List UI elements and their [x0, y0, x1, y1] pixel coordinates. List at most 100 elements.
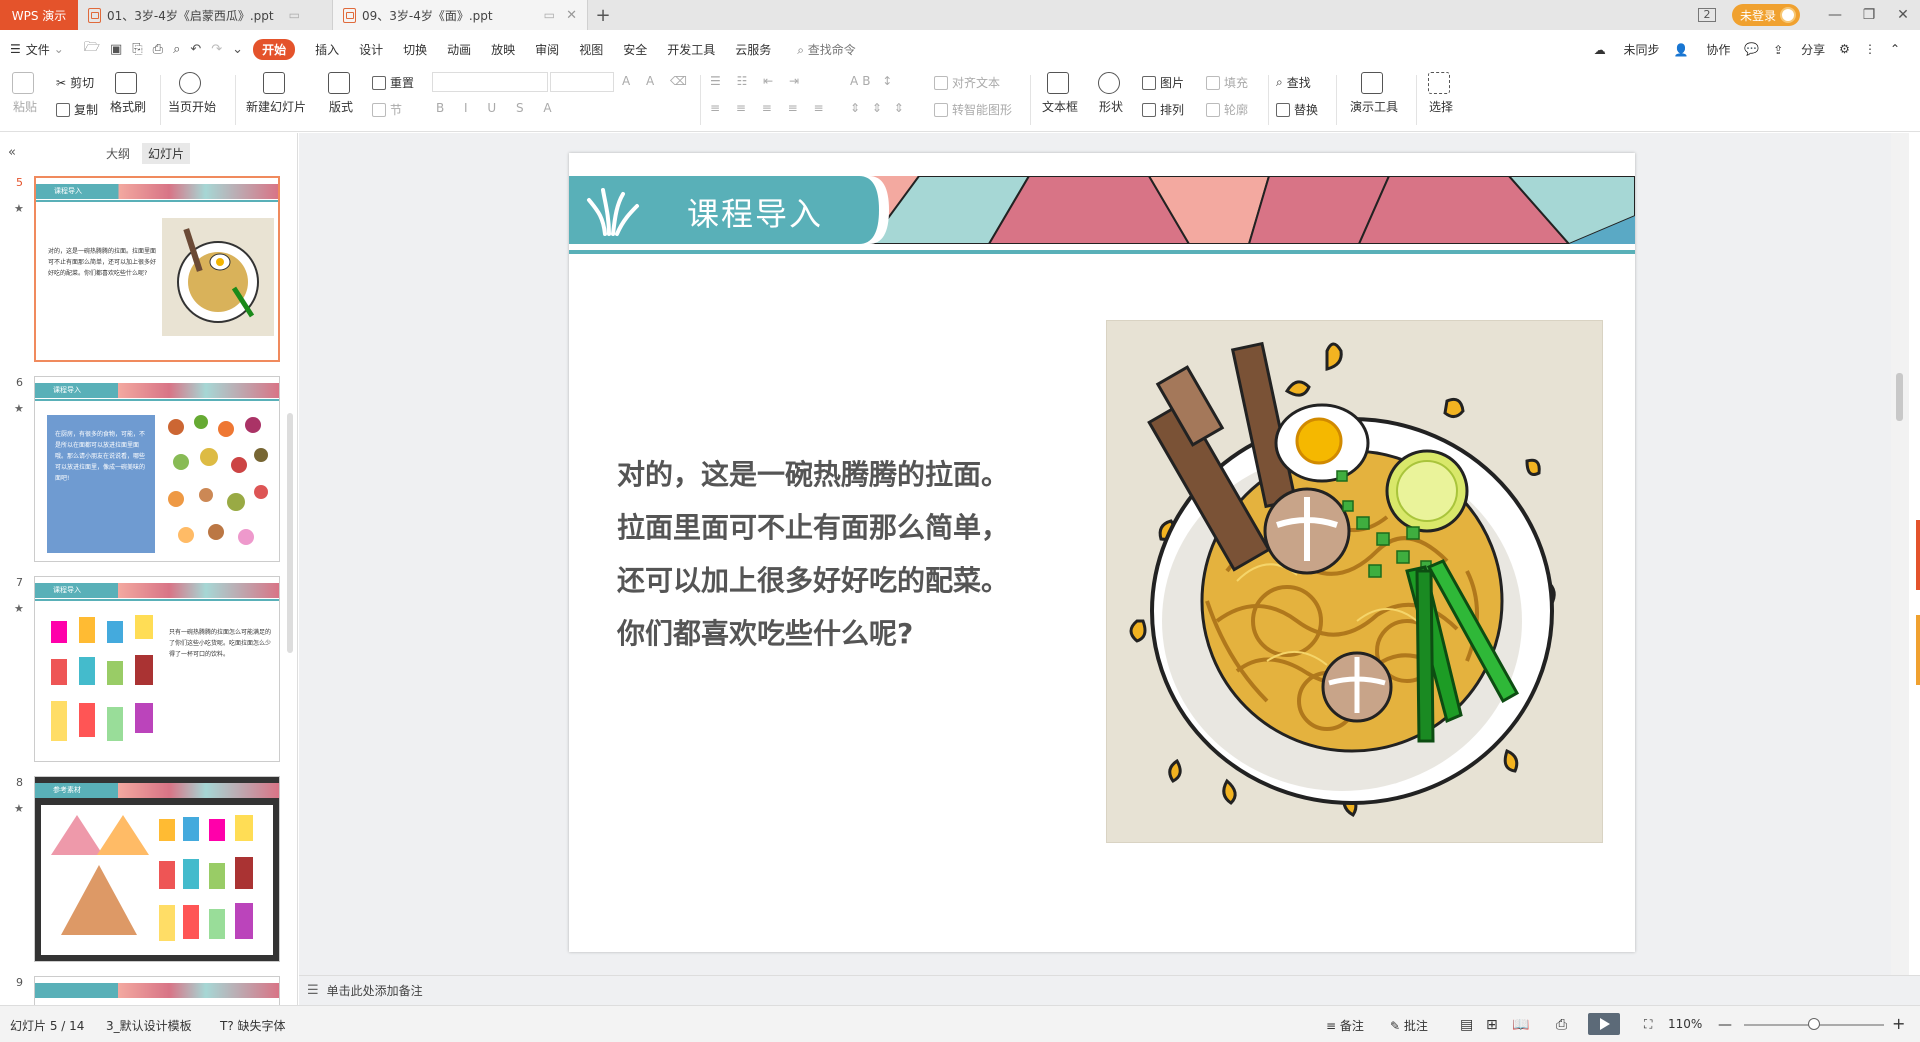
window-count-badge[interactable]: 2: [1697, 8, 1716, 22]
file-menu[interactable]: ☰ 文件 ⌄: [10, 41, 64, 58]
font-style-buttons[interactable]: B I U S A: [436, 101, 560, 115]
tab-cloud[interactable]: 云服务: [735, 41, 771, 58]
tab-insert[interactable]: 插入: [315, 41, 339, 58]
collab-button[interactable]: 👤 协作: [1674, 41, 1731, 58]
outline-button[interactable]: 轮廓: [1206, 101, 1248, 118]
missing-font-button[interactable]: T? 缺失字体: [220, 1017, 286, 1034]
share-button[interactable]: ⇪ 分享: [1773, 41, 1825, 58]
new-tab-button[interactable]: +: [588, 0, 618, 30]
shape-button[interactable]: 形状: [1098, 72, 1124, 115]
normal-view-icon[interactable]: ▤: [1460, 1017, 1473, 1033]
notes-bar[interactable]: ☰ 单击此处添加备注: [299, 975, 1920, 1005]
camera-icon[interactable]: ⎙: [1556, 1017, 1567, 1033]
new-slide-button[interactable]: 新建幻灯片: [246, 72, 306, 115]
slide-thumb[interactable]: 参考素材: [34, 776, 280, 962]
picture-button[interactable]: 图片: [1142, 74, 1184, 91]
collapse-ribbon-icon[interactable]: ⌃: [1890, 42, 1900, 56]
tab-doc-2[interactable]: 09、3岁-4岁《面》.ppt ▭ ✕: [333, 0, 588, 30]
current-slide[interactable]: 课程导入 对的，这是一碗热腾腾的拉面。 拉面里面可不止有面那么简单， 还可以加上…: [569, 153, 1635, 952]
zoom-level[interactable]: 110%: [1668, 1017, 1702, 1031]
redo-icon[interactable]: ↷: [211, 42, 222, 57]
collapse-pane-icon[interactable]: «: [8, 145, 16, 160]
preview-icon[interactable]: ⌕: [173, 42, 180, 57]
font-size-combo[interactable]: [550, 72, 614, 92]
cut-button[interactable]: ✂ 剪切: [56, 74, 94, 91]
tab-outline[interactable]: 大纲: [100, 143, 136, 164]
template-name[interactable]: 3_默认设计模板: [106, 1017, 192, 1034]
slide-body-text[interactable]: 对的，这是一碗热腾腾的拉面。 拉面里面可不止有面那么简单， 还可以加上很多好好吃…: [617, 448, 1037, 660]
fill-button[interactable]: 填充: [1206, 74, 1248, 91]
tab-review[interactable]: 审阅: [535, 41, 559, 58]
slide-thumb[interactable]: 课程导入 在厨房，有很多的食物，可能，不是所以在面都可以放进拉面里面哦。那么请小…: [34, 376, 280, 562]
smart-shape-button[interactable]: 转智能图形: [934, 101, 1012, 118]
play-from-current-button[interactable]: 当页开始: [168, 72, 216, 115]
tab-view[interactable]: 视图: [579, 41, 603, 58]
undo-icon[interactable]: ↶: [190, 42, 201, 57]
monitor-icon[interactable]: ▭: [544, 8, 555, 22]
settings-icon[interactable]: ⚙: [1839, 42, 1850, 56]
zoom-slider-knob[interactable]: [1808, 1018, 1820, 1030]
fit-window-icon[interactable]: ⛶: [1644, 1017, 1652, 1032]
play-slideshow-button[interactable]: [1588, 1013, 1620, 1035]
login-button[interactable]: 未登录: [1731, 4, 1800, 26]
app-brand[interactable]: WPS 演示: [0, 0, 78, 30]
slide-title[interactable]: 课程导入: [687, 189, 823, 235]
comment-icon[interactable]: 💬: [1744, 42, 1759, 56]
reading-view-icon[interactable]: 📖: [1512, 1017, 1529, 1033]
font-name-combo[interactable]: [432, 72, 548, 92]
notes-toggle-button[interactable]: ≡ 备注: [1326, 1017, 1364, 1034]
slides-pane-scrollbar[interactable]: [287, 413, 293, 653]
close-tab-icon[interactable]: ✕: [566, 8, 577, 23]
slide-thumb[interactable]: [34, 976, 280, 1006]
minimize-icon[interactable]: —: [1818, 7, 1852, 23]
tab-home[interactable]: 开始: [253, 38, 296, 60]
side-tool-tab[interactable]: [1916, 615, 1920, 685]
line-spacing-buttons[interactable]: ⇕ ⇕ ⇕: [850, 101, 908, 115]
print-icon[interactable]: ⎙: [153, 42, 163, 57]
find-button[interactable]: ⌕ 查找: [1276, 74, 1311, 91]
canvas-vertical-scrollbar[interactable]: [1891, 133, 1909, 975]
text-direction-buttons[interactable]: AB ↕: [850, 74, 896, 88]
more-icon[interactable]: ⋮: [1864, 42, 1876, 56]
zoom-in-icon[interactable]: +: [1892, 1014, 1905, 1033]
replace-button[interactable]: 替换: [1276, 101, 1318, 118]
quick-access-more-icon[interactable]: ⌄: [232, 42, 243, 57]
restore-icon[interactable]: ❐: [1852, 7, 1886, 23]
noodle-bowl-image[interactable]: [1106, 320, 1603, 843]
command-search[interactable]: ⌕ 查找命令: [797, 41, 856, 58]
tab-developer[interactable]: 开发工具: [667, 41, 715, 58]
paste-button[interactable]: 粘贴: [12, 72, 38, 115]
font-size-adjust[interactable]: A A ⌫: [622, 74, 693, 88]
layout-button[interactable]: 版式: [328, 72, 354, 115]
list-buttons[interactable]: ☰ ☷ ⇤ ⇥: [710, 74, 805, 88]
select-button[interactable]: 选择: [1428, 72, 1454, 115]
tab-slideshow[interactable]: 放映: [491, 41, 515, 58]
open-folder-icon[interactable]: 🗁: [84, 38, 100, 60]
scrollbar-thumb[interactable]: [1896, 373, 1903, 421]
slide-thumb[interactable]: 课程导入 只有一碗热腾腾的拉面怎么可能满足的了你们这些小吃货呢。吃面拉面怎么少得…: [34, 576, 280, 762]
zoom-out-icon[interactable]: —: [1718, 1017, 1732, 1033]
paragraph-align-buttons[interactable]: ≡ ≡ ≡ ≡ ≡: [710, 101, 830, 115]
tab-slides[interactable]: 幻灯片: [142, 143, 191, 164]
slide-thumb[interactable]: 课程导入 对的，这是一碗热腾腾的拉面。拉面里面可不止有面那么简单，还可以加上很多…: [34, 176, 280, 362]
tab-animations[interactable]: 动画: [447, 41, 471, 58]
arrange-button[interactable]: 排列: [1142, 101, 1184, 118]
save-icon[interactable]: ▣: [110, 42, 122, 57]
sorter-view-icon[interactable]: ⊞: [1486, 1017, 1498, 1033]
monitor-icon[interactable]: ▭: [289, 8, 300, 22]
side-tool-tab[interactable]: [1916, 520, 1920, 590]
export-icon[interactable]: ⎘: [132, 42, 142, 57]
copy-button[interactable]: 复制: [56, 101, 98, 118]
textbox-button[interactable]: 文本框: [1042, 72, 1078, 115]
align-text-button[interactable]: 对齐文本: [934, 74, 1000, 91]
tab-security[interactable]: 安全: [623, 41, 647, 58]
comments-button[interactable]: ✎ 批注: [1390, 1017, 1428, 1034]
tab-transitions[interactable]: 切换: [403, 41, 427, 58]
format-painter-button[interactable]: 格式刷: [110, 72, 146, 115]
sync-button[interactable]: ☁ 未同步: [1594, 41, 1660, 58]
present-tools-button[interactable]: 演示工具: [1350, 72, 1398, 115]
tab-doc-1[interactable]: 01、3岁-4岁《启蒙西瓜》.ppt ▭: [78, 0, 333, 30]
tab-design[interactable]: 设计: [359, 41, 383, 58]
section-button[interactable]: 节: [372, 101, 402, 118]
reset-button[interactable]: 重置: [372, 74, 414, 91]
